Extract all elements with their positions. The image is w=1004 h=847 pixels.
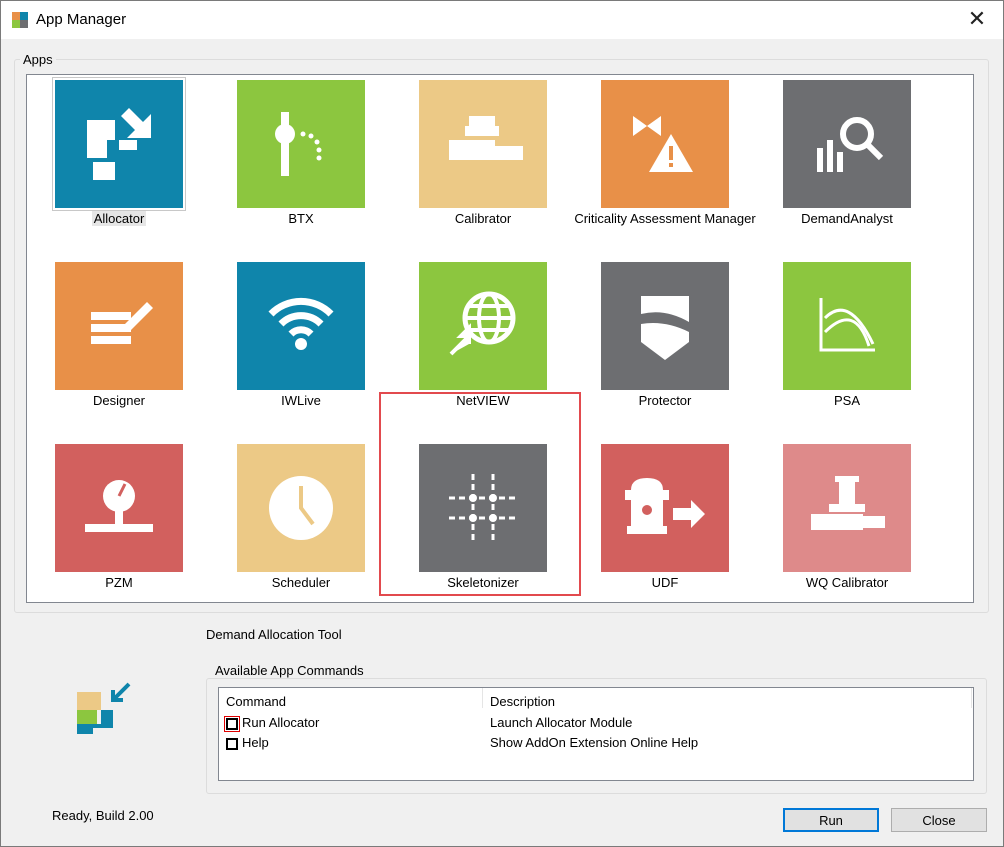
app-label: WQ Calibrator bbox=[805, 575, 889, 590]
app-tile-wq-calibrator[interactable]: WQ Calibrator bbox=[756, 439, 938, 621]
column-header-description[interactable]: Description bbox=[490, 694, 555, 709]
app-label: DemandAnalyst bbox=[801, 211, 893, 226]
command-description: Show AddOn Extension Online Help bbox=[490, 735, 699, 750]
highlight-annotation bbox=[379, 392, 581, 596]
command-name: Run Allocator bbox=[242, 715, 320, 730]
calibrator-icon bbox=[419, 80, 547, 208]
app-manager-window: App Manager ✕ Apps Allocator BTX Calibra… bbox=[0, 0, 1004, 847]
app-tile-calibrator[interactable]: Calibrator bbox=[392, 75, 574, 257]
wq-calibrator-icon bbox=[783, 444, 911, 572]
run-button[interactable]: Run bbox=[783, 808, 879, 832]
app-label: UDF bbox=[651, 575, 679, 590]
app-tile-designer[interactable]: Designer bbox=[28, 257, 210, 439]
window-title: App Manager bbox=[36, 11, 127, 28]
status-text: Ready, Build 2.00 bbox=[52, 808, 154, 823]
psa-icon bbox=[783, 262, 911, 390]
pzm-icon bbox=[55, 444, 183, 572]
app-tile-allocator[interactable]: Allocator bbox=[28, 75, 210, 257]
app-label: Designer bbox=[92, 393, 146, 408]
close-button[interactable]: Close bbox=[891, 808, 987, 832]
command-description: Launch Allocator Module bbox=[490, 715, 633, 730]
app-tile-protector[interactable]: Protector bbox=[574, 257, 756, 439]
app-tile-scheduler[interactable]: Scheduler bbox=[210, 439, 392, 621]
app-label: Calibrator bbox=[454, 211, 512, 226]
app-label: Scheduler bbox=[271, 575, 331, 590]
command-checkbox[interactable] bbox=[226, 738, 238, 750]
command-checkbox[interactable] bbox=[224, 716, 240, 732]
command-row[interactable]: Help Show AddOn Extension Online Help bbox=[219, 733, 973, 753]
apps-group-label: Apps bbox=[20, 52, 56, 67]
scheduler-icon bbox=[237, 444, 365, 572]
command-row[interactable]: Run Allocator Launch Allocator Module bbox=[219, 713, 973, 733]
demand-analyst-icon bbox=[783, 80, 911, 208]
criticality-icon bbox=[601, 80, 729, 208]
app-tile-iwlive[interactable]: IWLive bbox=[210, 257, 392, 439]
app-tile-psa[interactable]: PSA bbox=[756, 257, 938, 439]
protector-icon bbox=[601, 262, 729, 390]
btx-icon bbox=[237, 80, 365, 208]
app-tile-criticality[interactable]: Criticality Assessment Manager bbox=[574, 75, 756, 257]
command-name: Help bbox=[242, 735, 269, 750]
column-separator[interactable] bbox=[971, 688, 972, 708]
app-label: PSA bbox=[833, 393, 860, 408]
selected-app-description: Demand Allocation Tool bbox=[206, 627, 342, 642]
close-window-icon[interactable]: ✕ bbox=[965, 7, 989, 31]
app-label: PZM bbox=[105, 575, 133, 590]
iwlive-icon bbox=[237, 262, 365, 390]
designer-icon bbox=[55, 262, 183, 390]
selected-app-allocator-icon bbox=[77, 682, 131, 734]
title-bar: App Manager ✕ bbox=[1, 1, 1003, 39]
commands-group-label: Available App Commands bbox=[212, 663, 367, 678]
allocator-icon bbox=[52, 77, 186, 211]
app-label: BTX bbox=[288, 211, 314, 226]
app-label: Protector bbox=[638, 393, 692, 408]
app-tile-demandanalyst[interactable]: DemandAnalyst bbox=[756, 75, 938, 257]
app-tile-pzm[interactable]: PZM bbox=[28, 439, 210, 621]
column-separator[interactable] bbox=[482, 688, 483, 708]
app-label: IWLive bbox=[281, 393, 321, 408]
udf-icon bbox=[601, 444, 729, 572]
app-tile-btx[interactable]: BTX bbox=[210, 75, 392, 257]
app-label: Allocator bbox=[91, 211, 147, 226]
app-tile-udf[interactable]: UDF bbox=[574, 439, 756, 621]
netview-icon bbox=[419, 262, 547, 390]
commands-list: Command Description Run Allocator Launch… bbox=[218, 687, 974, 781]
column-header-command[interactable]: Command bbox=[226, 694, 286, 709]
app-manager-icon bbox=[12, 12, 28, 28]
app-label: Criticality Assessment Manager bbox=[574, 211, 756, 226]
